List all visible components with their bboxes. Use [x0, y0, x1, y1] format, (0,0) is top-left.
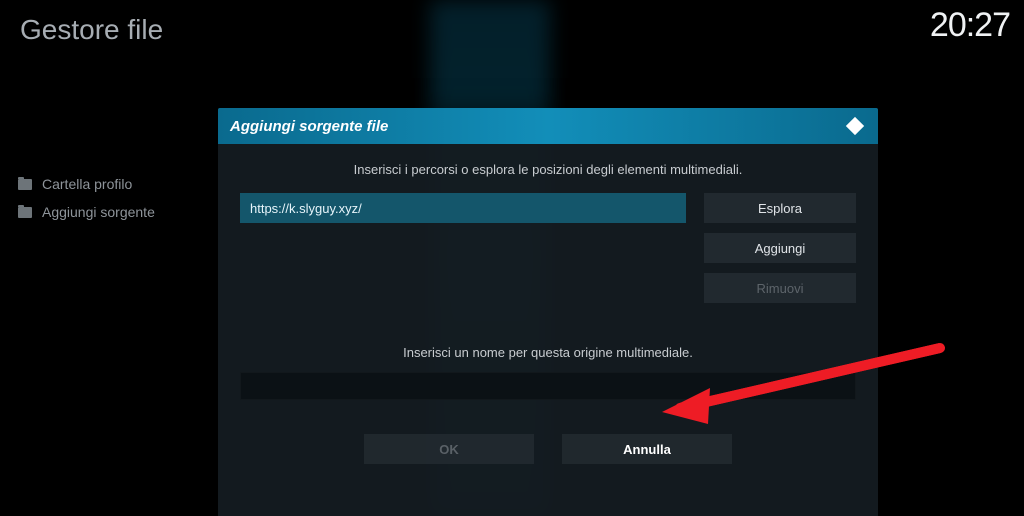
clock: 20:27	[930, 6, 1010, 45]
name-instruction-text: Inserisci un nome per questa origine mul…	[240, 345, 856, 360]
path-row: https://k.slyguy.xyz/ Esplora Aggiungi R…	[240, 193, 856, 303]
paths-instruction-text: Inserisci i percorsi o esplora le posizi…	[240, 162, 856, 177]
sidebar-item-label: Aggiungi sorgente	[42, 204, 155, 220]
source-path-input[interactable]: https://k.slyguy.xyz/	[240, 193, 686, 223]
add-source-dialog: Aggiungi sorgente file Inserisci i perco…	[218, 108, 878, 516]
kodi-logo-icon	[844, 115, 866, 137]
sidebar-item-add-source[interactable]: Aggiungi sorgente	[18, 204, 155, 220]
path-column: https://k.slyguy.xyz/	[240, 193, 686, 223]
side-buttons-column: Esplora Aggiungi Rimuovi	[704, 193, 856, 303]
sidebar-item-label: Cartella profilo	[42, 176, 132, 192]
source-name-input[interactable]	[240, 372, 856, 400]
ok-button[interactable]: OK	[364, 434, 534, 464]
folder-icon	[18, 179, 32, 190]
dialog-title: Aggiungi sorgente file	[230, 118, 388, 135]
page-title: Gestore file	[20, 14, 163, 46]
add-button[interactable]: Aggiungi	[704, 233, 856, 263]
browse-button[interactable]: Esplora	[704, 193, 856, 223]
folder-icon	[18, 207, 32, 218]
sidebar-item-profile-folder[interactable]: Cartella profilo	[18, 176, 155, 192]
dialog-header: Aggiungi sorgente file	[218, 108, 878, 144]
sidebar-list: Cartella profilo Aggiungi sorgente	[18, 176, 155, 220]
remove-button: Rimuovi	[704, 273, 856, 303]
dialog-body: Inserisci i percorsi o esplora le posizi…	[218, 144, 878, 516]
dialog-button-row: OK Annulla	[240, 434, 856, 464]
cancel-button[interactable]: Annulla	[562, 434, 732, 464]
